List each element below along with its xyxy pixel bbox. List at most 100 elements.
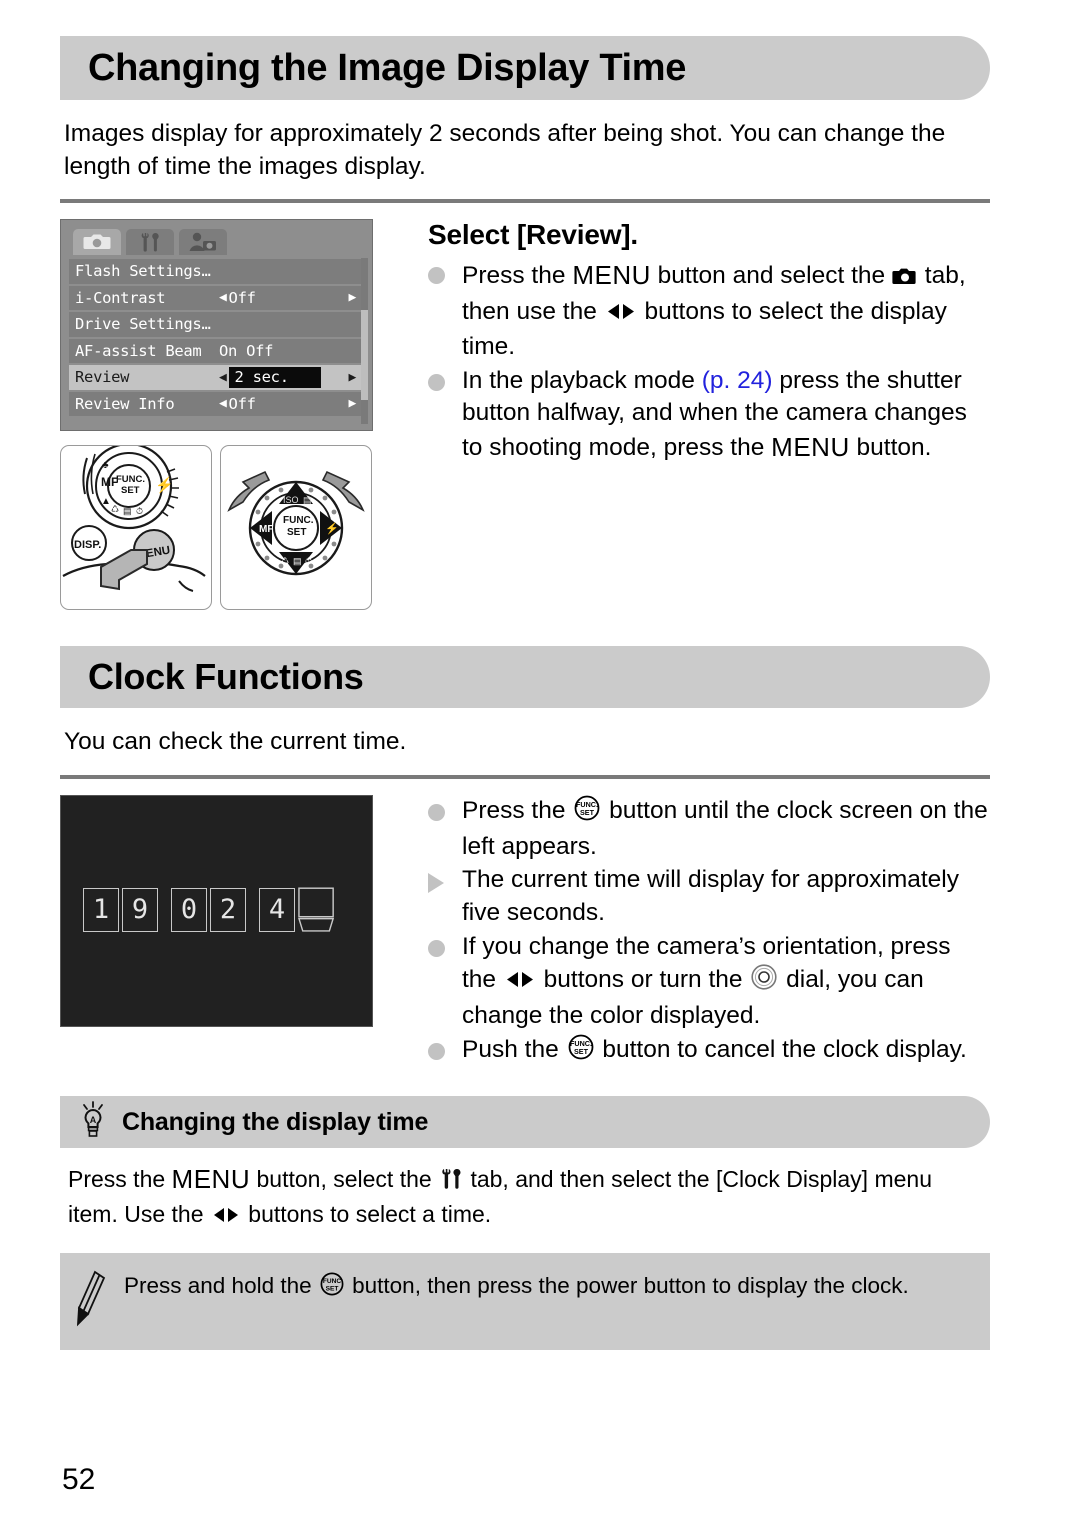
menu-row-review-selected[interactable]: Review ◀ 2 sec. ▶ <box>69 365 364 390</box>
text-fragment: Push the <box>462 1035 566 1063</box>
menu-row[interactable]: Drive Settings… <box>69 312 364 337</box>
page-reference-link[interactable]: (p. 24) <box>702 367 773 394</box>
svg-text:♺: ♺ <box>281 556 289 566</box>
svg-text:SET: SET <box>287 527 306 538</box>
list-item: Push the FUNC. SET button to cancel the c… <box>428 1034 990 1070</box>
tip-body-text: Press the MENU button, select the tab, a… <box>60 1148 990 1232</box>
menu-row-label: Review Info <box>75 394 175 413</box>
clock-screen-display: 1 9 0 2 4 <box>60 794 373 1027</box>
svg-text:SET: SET <box>580 808 595 817</box>
section1-columns: Flash Settings… i-Contrast ◀ Off ▶ Drive… <box>60 219 990 611</box>
bullet-text: In the playback mode (p. 24) press the s… <box>462 365 990 465</box>
clock-digit: 4 <box>259 887 295 932</box>
tip-heading-bar: A Changing the display time <box>60 1096 990 1149</box>
section1-left-column: Flash Settings… i-Contrast ◀ Off ▶ Drive… <box>60 219 390 611</box>
bullet-dot-icon <box>428 795 462 864</box>
bullet-text: Push the FUNC. SET button to cancel the c… <box>462 1034 990 1070</box>
left-right-buttons-icon <box>604 298 638 331</box>
section1-intro-text: Images display for approximately 2 secon… <box>64 120 946 180</box>
menu-scrollbar[interactable] <box>361 258 368 425</box>
menu-row[interactable]: Review Info ◀ Off ▶ <box>69 391 364 417</box>
clock-digit: 9 <box>122 887 158 932</box>
camera-icon <box>83 234 111 250</box>
menu-button-label: MENU <box>572 260 651 291</box>
left-arrow-icon: ◀ <box>219 369 227 385</box>
section1-bullet-list: Press the MENU button and select the tab… <box>428 258 990 465</box>
text-fragment: button. <box>849 434 932 462</box>
list-item: If you change the camera’s orientation, … <box>428 931 990 1032</box>
my-camera-tab[interactable] <box>179 229 227 256</box>
menu-button-label: MENU <box>171 1164 251 1195</box>
left-arrow-icon: ◀ <box>219 290 227 306</box>
svg-text:SET: SET <box>121 485 140 496</box>
svg-text:FUNC.: FUNC. <box>283 515 314 526</box>
menu-row[interactable]: i-Contrast ◀ Off ▶ <box>69 285 364 311</box>
svg-text:SET: SET <box>325 1285 338 1292</box>
text-fragment: button, select the <box>250 1166 439 1193</box>
right-arrow-icon: ▶ <box>348 369 356 385</box>
menu-row[interactable]: Flash Settings… <box>69 259 364 284</box>
svg-text:FUNC: FUNC <box>323 1278 342 1285</box>
menu-scrollbar-thumb[interactable] <box>361 310 368 401</box>
list-item: In the playback mode (p. 24) press the s… <box>428 365 990 465</box>
menu-row-label: Drive Settings… <box>75 315 211 334</box>
left-arrow-icon: ◀ <box>219 396 227 412</box>
svg-text:DISP.: DISP. <box>74 539 101 551</box>
svg-text:▲: ▲ <box>101 496 111 507</box>
svg-text:⏱: ⏱ <box>136 506 143 516</box>
menu-row-value-group: ◀ 2 sec. <box>219 366 321 388</box>
menu-button-label: MENU <box>771 432 850 463</box>
menu-row-list: Flash Settings… i-Contrast ◀ Off ▶ Drive… <box>67 259 366 417</box>
clock-digit: 1 <box>83 887 119 932</box>
tools-icon <box>438 1167 464 1199</box>
svg-text:ISO: ISO <box>283 495 299 505</box>
section-heading-image-display-time: Changing the Image Display Time <box>60 36 990 100</box>
step-title: Select [Review]. <box>428 219 638 251</box>
page-number: 52 <box>62 1463 96 1496</box>
shooting-tab[interactable] <box>73 229 121 256</box>
svg-text:A: A <box>90 1115 97 1125</box>
menu-row-label: i-Contrast <box>75 288 166 307</box>
menu-row-value: Off <box>228 288 256 307</box>
text-fragment: buttons or turn the <box>536 965 750 993</box>
svg-text:▤: ▤ <box>123 506 132 516</box>
section2-bullet-list: Press the FUNC. SET button until the cloc… <box>428 795 990 1070</box>
bullet-text: The current time will display for approx… <box>462 866 959 927</box>
list-item: Press the FUNC. SET button until the cloc… <box>428 795 990 864</box>
menu-row-label: Flash Settings… <box>75 262 211 281</box>
page-title: Changing the Image Display Time <box>88 47 687 89</box>
menu-row-value: On Off <box>219 341 274 360</box>
text-fragment: button to cancel the clock display. <box>595 1035 967 1063</box>
menu-row-value: Off <box>228 394 256 413</box>
control-dial-rotate-illustration: FUNC. SET ISO ▤ MF ⚡ ♺ ▤ ⏱ <box>220 445 372 611</box>
pencil-icon <box>76 1269 110 1332</box>
clock-digit: 2 <box>210 887 246 932</box>
left-right-buttons-icon <box>210 1201 242 1233</box>
text-fragment: In the playback mode <box>462 366 702 394</box>
settings-tab[interactable] <box>126 229 174 256</box>
clock-digits: 1 9 0 2 4 <box>83 887 336 934</box>
person-camera-icon <box>189 232 216 252</box>
clock-digit-flipping <box>298 887 336 934</box>
menu-row-label: AF-assist Beam <box>75 341 202 360</box>
bullet-dot-icon <box>428 931 462 1032</box>
illustration-row: MF FUNC. SET ⚡ ♣ ▲ ♺ ▤ ⏱ DISP. MENU FUNC… <box>60 445 390 611</box>
text-fragment: Press the <box>462 796 573 824</box>
svg-text:⚡: ⚡ <box>325 522 339 535</box>
menu-row[interactable]: AF-assist Beam On Off <box>69 338 364 364</box>
tip-title: Changing the display time <box>122 1107 429 1136</box>
camera-tab-icon <box>892 263 918 296</box>
lightbulb-icon: A <box>78 1100 108 1144</box>
menu-row-value-group: ◀ Off <box>219 289 256 307</box>
divider <box>60 199 990 204</box>
func-set-button-icon: FUNC. SET <box>566 1034 596 1070</box>
menu-row-value: 2 sec. <box>228 366 321 388</box>
bullet-text: If you change the camera’s orientation, … <box>462 931 990 1032</box>
bullet-text: Press the MENU button and select the tab… <box>462 258 990 363</box>
svg-text:⏱: ⏱ <box>305 556 312 566</box>
svg-text:⚡: ⚡ <box>155 476 174 494</box>
right-arrow-icon: ▶ <box>348 396 356 412</box>
text-fragment: buttons to select a time. <box>241 1201 492 1228</box>
bullet-dot-icon <box>428 258 462 363</box>
control-dial-icon <box>749 964 779 1000</box>
